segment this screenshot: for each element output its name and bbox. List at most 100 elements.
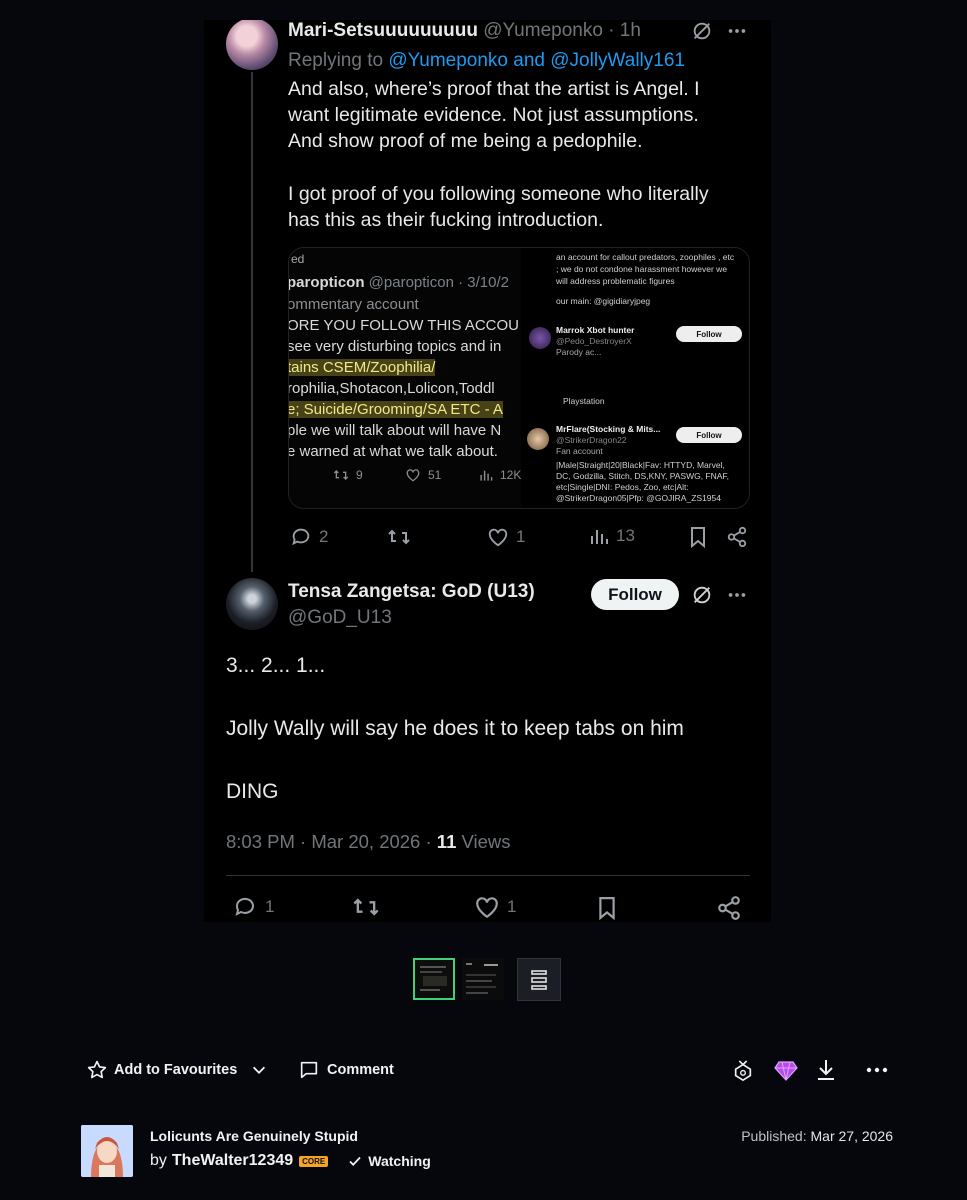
quoted-author: paropticon <box>289 274 365 291</box>
watching-button[interactable]: Watching <box>348 1153 431 1169</box>
artist-name-link[interactable]: TheWalter12349 <box>172 1152 293 1170</box>
replying-to: Replying to @Yumeponko and @JollyWally16… <box>288 50 685 72</box>
artist-line: by TheWalter12349 CORE Watching <box>150 1152 431 1170</box>
views-count: 13 <box>616 526 635 545</box>
gem-icon <box>774 1061 798 1081</box>
user-avatar[interactable] <box>226 578 278 630</box>
reply-count: 2 <box>319 527 329 546</box>
thread-line <box>251 72 253 572</box>
comment-icon <box>300 1061 318 1079</box>
grok-icon <box>691 584 713 606</box>
give-gem-button[interactable] <box>774 1059 798 1081</box>
tweet-line: want legitimate evidence. Not just assum… <box>288 104 699 126</box>
quoted-like-stat: 51 <box>405 468 441 482</box>
comment-button[interactable]: Comment <box>298 1059 394 1081</box>
deviation-image[interactable]: Mari-Setsuuuuuuuuu @Yumeponko · 1h Reply… <box>204 20 771 922</box>
quoted-user-avatar <box>527 428 549 450</box>
reply-icon: 1 <box>232 895 274 919</box>
quoted-profile-crop: an account for callout predators, zoophi… <box>521 248 749 508</box>
quoted-line: e warned at what we talk about. <box>289 443 498 460</box>
gallery-stack-icon <box>531 969 547 990</box>
bookmark-icon <box>688 526 708 548</box>
like-icon: 1 <box>474 895 516 919</box>
gallery-view-all-button[interactable] <box>517 958 561 1001</box>
share-icon <box>716 895 742 921</box>
deviation-title: Lolicunts Are Genuinely Stupid <box>150 1128 358 1144</box>
more-icon <box>726 584 748 606</box>
download-icon <box>818 1060 834 1080</box>
tweet-line: And show proof of me being a pedophile. <box>288 130 643 152</box>
quoted-intro-line: ; we do not condone harassment however w… <box>556 264 728 274</box>
quoted-user-avatar <box>529 327 551 349</box>
quoted-user-line: DC, Godzilla, Stitch, DS,KNY, PASWG, FNA… <box>556 471 730 481</box>
quoted-handle: @paropticon · 3/10/2 <box>368 274 509 291</box>
artist-avatar[interactable] <box>81 1125 133 1177</box>
quoted-user-name: MrFlare(Stocking & Mits... <box>556 424 661 434</box>
quoted-line: e; Suicide/Grooming/SA ETC - A <box>289 401 503 418</box>
favourites-dropdown-button[interactable] <box>250 1061 268 1079</box>
quoted-user-extra: Playstation <box>563 396 605 406</box>
award-button[interactable] <box>732 1059 754 1083</box>
published-date: Published: Mar 27, 2026 <box>741 1128 893 1144</box>
quoted-tweet-crop: ed paropticon @paropticon · 3/10/2 ommen… <box>289 248 521 508</box>
by-label: by <box>150 1152 167 1169</box>
checkmark-icon <box>349 1156 361 1166</box>
tweet-time: · 1h <box>608 20 641 41</box>
quoted-line: ple we will talk about will have N <box>289 422 502 439</box>
like-icon: 1 <box>487 526 525 548</box>
quoted-line: ommentary account <box>289 296 419 313</box>
gallery-thumbnail-2[interactable] <box>462 958 504 1000</box>
download-button[interactable] <box>815 1058 837 1082</box>
grok-icon <box>691 20 713 42</box>
quoted-like-count: 51 <box>428 468 442 482</box>
watching-label: Watching <box>368 1153 431 1169</box>
core-badge: CORE <box>299 1155 329 1167</box>
quoted-screenshot: ed paropticon @paropticon · 3/10/2 ommen… <box>288 247 750 509</box>
quoted-label: ed <box>291 252 305 266</box>
tweet-author-line: Mari-Setsuuuuuuuuu @Yumeponko · 1h <box>288 20 641 42</box>
tweet-line: Jolly Wally will say he does it to keep … <box>226 717 684 740</box>
badge-award-icon <box>734 1060 752 1082</box>
tweet-line: DING <box>226 780 279 803</box>
quoted-views-count: 12K <box>500 468 521 482</box>
quoted-views-stat: 12K <box>479 468 521 482</box>
replying-to-handles: @Yumeponko and @JollyWally161 <box>388 50 685 71</box>
tweet-author: Mari-Setsuuuuuuuuu <box>288 20 478 41</box>
reply-count: 1 <box>265 897 275 916</box>
tweet-handle: @Yumeponko <box>483 20 603 41</box>
chevron-down-icon <box>252 1066 266 1074</box>
more-options-button[interactable] <box>865 1060 889 1080</box>
quoted-intro-line: will address problematic figures <box>556 276 675 286</box>
tweet-line: I got proof of you following someone who… <box>288 183 709 205</box>
bookmark-icon <box>596 895 618 921</box>
quoted-line: ORE YOU FOLLOW THIS ACCOU <box>289 317 519 334</box>
tweet-time: 8:03 PM · Mar 20, 2026 · <box>226 831 432 852</box>
tweet-line: has this as their fucking introduction. <box>288 209 604 231</box>
quoted-user-name: Marrok Xbot hunter <box>556 325 635 335</box>
follow-button: Follow <box>591 579 679 610</box>
quoted-follow-button: Follow <box>676 326 742 342</box>
quoted-line: see very disturbing topics and in <box>289 338 502 355</box>
tweet-views-label: Views <box>461 831 511 852</box>
quoted-user-bio: Parody ac... <box>556 347 602 357</box>
quoted-intro-line: an account for callout predators, zoophi… <box>556 252 735 262</box>
quoted-retweet-stat: 9 <box>333 468 363 482</box>
like-count: 1 <box>507 897 517 916</box>
quoted-user-line: |Male|Straight|20|Black|Fav: HTTYD, Marv… <box>556 460 725 470</box>
tweet-timestamp: 8:03 PM · Mar 20, 2026 · 11 Views <box>226 831 511 853</box>
views-icon: 13 <box>589 526 635 546</box>
add-to-favourites-button[interactable]: Add to Favourites <box>86 1059 237 1081</box>
tweet-line: And also, where’s proof that the artist … <box>288 78 700 100</box>
like-count: 1 <box>516 527 526 546</box>
reply-icon: 2 <box>290 526 328 548</box>
tweet-line: 3... 2... 1... <box>226 654 326 677</box>
quoted-author-line: paropticon @paropticon · 3/10/2 <box>289 274 509 291</box>
quoted-line: tains CSEM/Zoophilia/ <box>289 359 436 376</box>
add-to-favourites-label: Add to Favourites <box>114 1062 238 1078</box>
more-icon <box>726 20 748 42</box>
quoted-user-handle: @Pedo_DestroyerX <box>556 336 632 346</box>
user-avatar[interactable] <box>226 20 278 70</box>
gallery-thumbnail-1[interactable] <box>413 958 455 1000</box>
more-icon <box>866 1067 888 1073</box>
tweet-views-count: 11 <box>436 831 457 852</box>
